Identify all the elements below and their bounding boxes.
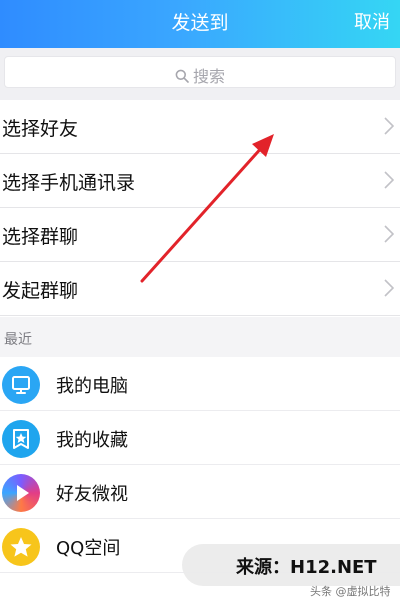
recent-section-header: 最近 — [0, 317, 400, 357]
recent-item-weishi[interactable]: 好友微视 — [0, 465, 400, 519]
source-watermark: 来源：H12.NET — [182, 544, 400, 586]
menu-item-label: 选择手机通讯录 — [2, 172, 136, 194]
page-title: 发送到 — [171, 12, 229, 34]
menu-item-select-contacts[interactable]: 选择手机通讯录 — [0, 154, 400, 208]
menu-item-select-friend[interactable]: 选择好友 — [0, 100, 400, 154]
menu-item-label: 发起群聊 — [2, 280, 79, 302]
recent-item-label: 我的电脑 — [56, 376, 128, 397]
menu-item-select-group[interactable]: 选择群聊 — [0, 208, 400, 262]
search-placeholder: 搜索 — [192, 67, 225, 86]
watermark-text: 来源：H12.NET — [236, 557, 377, 578]
recent-item-my-favorites[interactable]: 我的收藏 — [0, 411, 400, 465]
chevron-right-icon — [384, 279, 395, 301]
search-input[interactable]: 搜索 — [4, 56, 396, 88]
section-title: 最近 — [4, 332, 32, 348]
favorites-icon — [2, 420, 40, 458]
cancel-button[interactable]: 取消 — [354, 8, 390, 34]
search-icon — [175, 68, 189, 87]
recent-item-label: QQ空间 — [56, 538, 121, 559]
search-placeholder-wrap: 搜索 — [5, 63, 395, 87]
chevron-right-icon — [384, 171, 395, 193]
recent-item-my-computer[interactable]: 我的电脑 — [0, 357, 400, 411]
header-bar: 发送到 取消 — [0, 0, 400, 48]
menu-item-start-group[interactable]: 发起群聊 — [0, 262, 400, 316]
search-area: 搜索 — [0, 48, 400, 100]
weishi-icon — [2, 474, 40, 512]
recent-item-label: 我的收藏 — [56, 430, 128, 451]
watermark-subtext: 头条 @虚拟比特 — [310, 585, 391, 598]
chevron-right-icon — [384, 117, 395, 139]
menu-item-label: 选择群聊 — [2, 226, 79, 248]
menu-item-label: 选择好友 — [2, 118, 79, 140]
recent-item-label: 好友微视 — [56, 484, 128, 505]
chevron-right-icon — [384, 225, 395, 247]
qzone-icon — [2, 528, 40, 566]
computer-icon — [2, 366, 40, 404]
